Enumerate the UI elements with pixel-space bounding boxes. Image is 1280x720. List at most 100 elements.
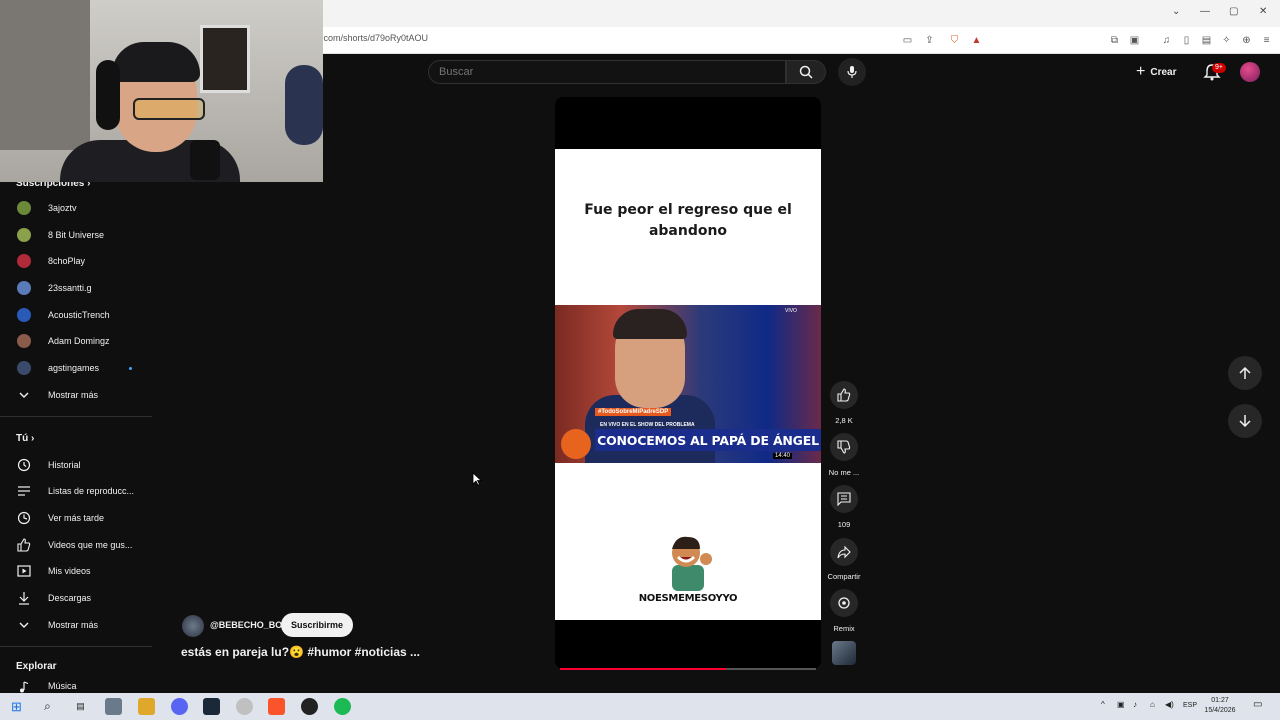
clip-subtitle: EN VIVO EN EL SHOW DEL PROBLEMA xyxy=(600,422,695,428)
you-header[interactable]: Tú › xyxy=(16,433,34,444)
search-input[interactable] xyxy=(439,66,759,78)
vpn-icon[interactable]: ⊕ xyxy=(1240,34,1253,47)
subscribe-button[interactable]: Suscribirme xyxy=(281,613,354,637)
sidebar-divider xyxy=(0,416,152,417)
channel-avatar xyxy=(17,334,31,348)
like-button[interactable] xyxy=(830,381,858,409)
dislike-button[interactable] xyxy=(830,433,858,461)
sidebar-item-watch-later[interactable]: Ver más tarde xyxy=(0,505,155,531)
comments-button[interactable] xyxy=(830,485,858,513)
voice-search-button[interactable] xyxy=(838,58,866,86)
network-icon[interactable]: ⌂ xyxy=(1150,700,1155,709)
language-indicator[interactable]: ESP xyxy=(1183,702,1197,709)
subscription-item[interactable]: 8 Bit Universe xyxy=(0,222,155,248)
dislike-label: No me ... xyxy=(828,468,860,477)
clip-time: 14:40 xyxy=(773,453,793,459)
remix-button[interactable] xyxy=(830,589,858,617)
video-progress-bar[interactable] xyxy=(560,668,816,670)
subscription-item[interactable]: 8choPlay xyxy=(0,248,155,274)
search-box[interactable] xyxy=(428,60,786,84)
show-more-subscriptions[interactable]: Mostrar más xyxy=(0,382,155,408)
share-page-icon[interactable]: ⇪ xyxy=(923,34,936,47)
video-title[interactable]: estás en pareja lu?😮 #humor #noticias ..… xyxy=(181,645,420,659)
show-more-label: Mostrar más xyxy=(48,390,99,400)
playlist-icon xyxy=(17,484,31,498)
user-avatar[interactable] xyxy=(1240,62,1260,82)
next-short-button[interactable] xyxy=(1228,404,1262,438)
display-icon[interactable]: ▭ xyxy=(901,34,914,47)
url-field[interactable]: e.com/shorts/d79oRy0tAOU xyxy=(316,33,428,43)
thumbs-up-icon xyxy=(17,538,31,552)
steam-icon[interactable] xyxy=(203,698,220,715)
rewards-icon[interactable]: ▲ xyxy=(970,34,983,47)
obs-icon[interactable] xyxy=(301,698,318,715)
discord-icon[interactable] xyxy=(171,698,188,715)
task-view-icon[interactable]: ▤ xyxy=(72,698,89,715)
sidebar-item-music[interactable]: Música xyxy=(0,676,155,693)
share-button[interactable] xyxy=(830,538,858,566)
show-more-you[interactable]: Mostrar más xyxy=(0,612,155,638)
subscription-label: Adam Domingz xyxy=(48,336,110,346)
tab-search-icon[interactable]: ⌄ xyxy=(1172,6,1180,17)
channel-avatar[interactable] xyxy=(182,615,204,637)
clock-time: 01:27 xyxy=(1211,697,1229,704)
door xyxy=(0,0,90,150)
maximize-button[interactable]: ▢ xyxy=(1229,6,1238,17)
sidebar-item-my-videos[interactable]: Mis videos xyxy=(0,558,155,584)
create-button[interactable]: + Crear xyxy=(1136,62,1176,82)
glasses xyxy=(133,98,205,120)
search-icon[interactable]: ⌕ xyxy=(39,698,56,715)
channel-name[interactable]: @BEBECHO_BO xyxy=(210,620,282,630)
sidebar-icon[interactable]: ▯ xyxy=(1180,34,1193,47)
windows-start-icon[interactable]: ⊞ xyxy=(8,698,25,715)
minimize-button[interactable]: — xyxy=(1200,6,1210,17)
file-explorer-icon[interactable] xyxy=(138,698,155,715)
tray-app-icon[interactable]: ▣ xyxy=(1117,700,1125,709)
subscription-item[interactable]: agstingames xyxy=(0,355,155,381)
clip-banner: CONOCEMOS AL PAPÁ DE ÁNGEL xyxy=(595,429,821,451)
menu-icon[interactable]: ≡ xyxy=(1260,34,1273,47)
channel-avatar xyxy=(17,254,31,268)
subscription-item[interactable]: AcousticTrench xyxy=(0,302,155,328)
spotify-icon[interactable] xyxy=(334,698,351,715)
subscription-item[interactable]: 23ssantti.g xyxy=(0,275,155,301)
tab-icon[interactable]: ▣ xyxy=(1128,34,1141,47)
subscription-item[interactable]: 3ajoztv xyxy=(0,195,155,221)
app-icon[interactable] xyxy=(105,698,122,715)
meme-panel: NOESMEMESOYYO xyxy=(555,463,821,620)
share-label: Compartir xyxy=(827,572,861,581)
subscription-item[interactable]: Adam Domingz xyxy=(0,328,155,354)
notifications-badge: 9+ xyxy=(1212,63,1226,73)
show-logo xyxy=(561,429,591,459)
close-button[interactable]: ✕ xyxy=(1259,6,1267,17)
sidebar-item-downloads[interactable]: Descargas xyxy=(0,585,155,611)
video-caption: Fue peor el regreso que el abandono xyxy=(584,202,792,239)
sidebar-item-playlists[interactable]: Listas de reproducc... xyxy=(0,478,155,504)
windows-taskbar: ⊞ ⌕ ▤ ^ ▣ ♪ ⌂ ◀) ESP 01:27 15/4/2026 ▭ xyxy=(0,693,1280,720)
short-video-player[interactable]: Fue peor el regreso que el abandono VIVO… xyxy=(555,97,821,669)
search-button[interactable] xyxy=(786,60,826,84)
sidebar-item-history[interactable]: Historial xyxy=(0,452,155,478)
ai-icon[interactable]: ✧ xyxy=(1220,34,1233,47)
sidebar-item-liked[interactable]: Videos que me gus... xyxy=(0,532,155,558)
tray-chevron-icon[interactable]: ^ xyxy=(1101,700,1105,709)
channel-avatar xyxy=(17,281,31,295)
shield-icon[interactable]: ⛉ xyxy=(948,34,961,47)
wallet-icon[interactable]: ▤ xyxy=(1200,34,1213,47)
previous-short-button[interactable] xyxy=(1228,356,1262,390)
streamer-hair xyxy=(112,42,200,82)
tray-mic-icon[interactable]: ♪ xyxy=(1133,700,1137,709)
volume-icon[interactable]: ◀) xyxy=(1165,700,1174,709)
opera-icon[interactable] xyxy=(236,698,253,715)
notification-center-icon[interactable]: ▭ xyxy=(1253,699,1262,710)
sidebar-item-label: Descargas xyxy=(48,593,92,603)
extensions-icon[interactable]: ⧉ xyxy=(1108,34,1121,47)
comment-icon xyxy=(837,492,851,506)
media-icon[interactable]: ♫ xyxy=(1160,34,1173,47)
brave-browser-icon[interactable] xyxy=(268,698,285,715)
live-label: VIVO xyxy=(785,308,797,314)
subscription-label: 8choPlay xyxy=(48,256,86,266)
sidebar-item-label: Historial xyxy=(48,460,81,470)
system-clock[interactable]: 01:27 15/4/2026 xyxy=(1200,696,1240,716)
sound-thumbnail[interactable] xyxy=(832,641,856,665)
